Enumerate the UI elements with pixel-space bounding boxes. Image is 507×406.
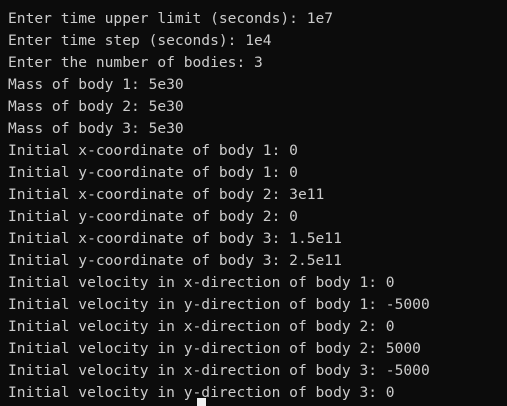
output-line: Initial velocity in x-direction of body … (8, 318, 395, 335)
output-line: Mass of body 2: 5e30 (8, 98, 184, 115)
output-line: Initial x-coordinate of body 2: 3e11 (8, 186, 325, 203)
output-line: Initial x-coordinate of body 1: 0 (8, 142, 298, 159)
output-line: Initial velocity in y-direction of body … (8, 296, 430, 313)
text-cursor (197, 398, 206, 406)
output-line: Mass of body 1: 5e30 (8, 76, 184, 93)
output-line: Initial y-coordinate of body 3: 2.5e11 (8, 252, 342, 269)
output-line: Initial velocity in x-direction of body … (8, 274, 395, 291)
output-line: Enter time upper limit (seconds): 1e7 (8, 10, 334, 27)
output-line: Initial velocity in x-direction of body … (8, 362, 430, 379)
output-line: Initial velocity in y-direction of body … (8, 384, 395, 401)
output-line: Enter the number of bodies: 3 (8, 54, 263, 71)
output-line: Initial y-coordinate of body 1: 0 (8, 164, 298, 181)
output-line: Initial y-coordinate of body 2: 0 (8, 208, 298, 225)
output-line: Initial velocity in y-direction of body … (8, 340, 421, 357)
output-line: Initial x-coordinate of body 3: 1.5e11 (8, 230, 342, 247)
partial-top-line (8, 0, 507, 4)
output-line: Enter time step (seconds): 1e4 (8, 32, 272, 49)
terminal-window[interactable]: Enter time upper limit (seconds): 1e7 En… (0, 0, 507, 406)
output-line: Mass of body 3: 5e30 (8, 120, 184, 137)
terminal-output: Enter time upper limit (seconds): 1e7 En… (8, 8, 507, 404)
